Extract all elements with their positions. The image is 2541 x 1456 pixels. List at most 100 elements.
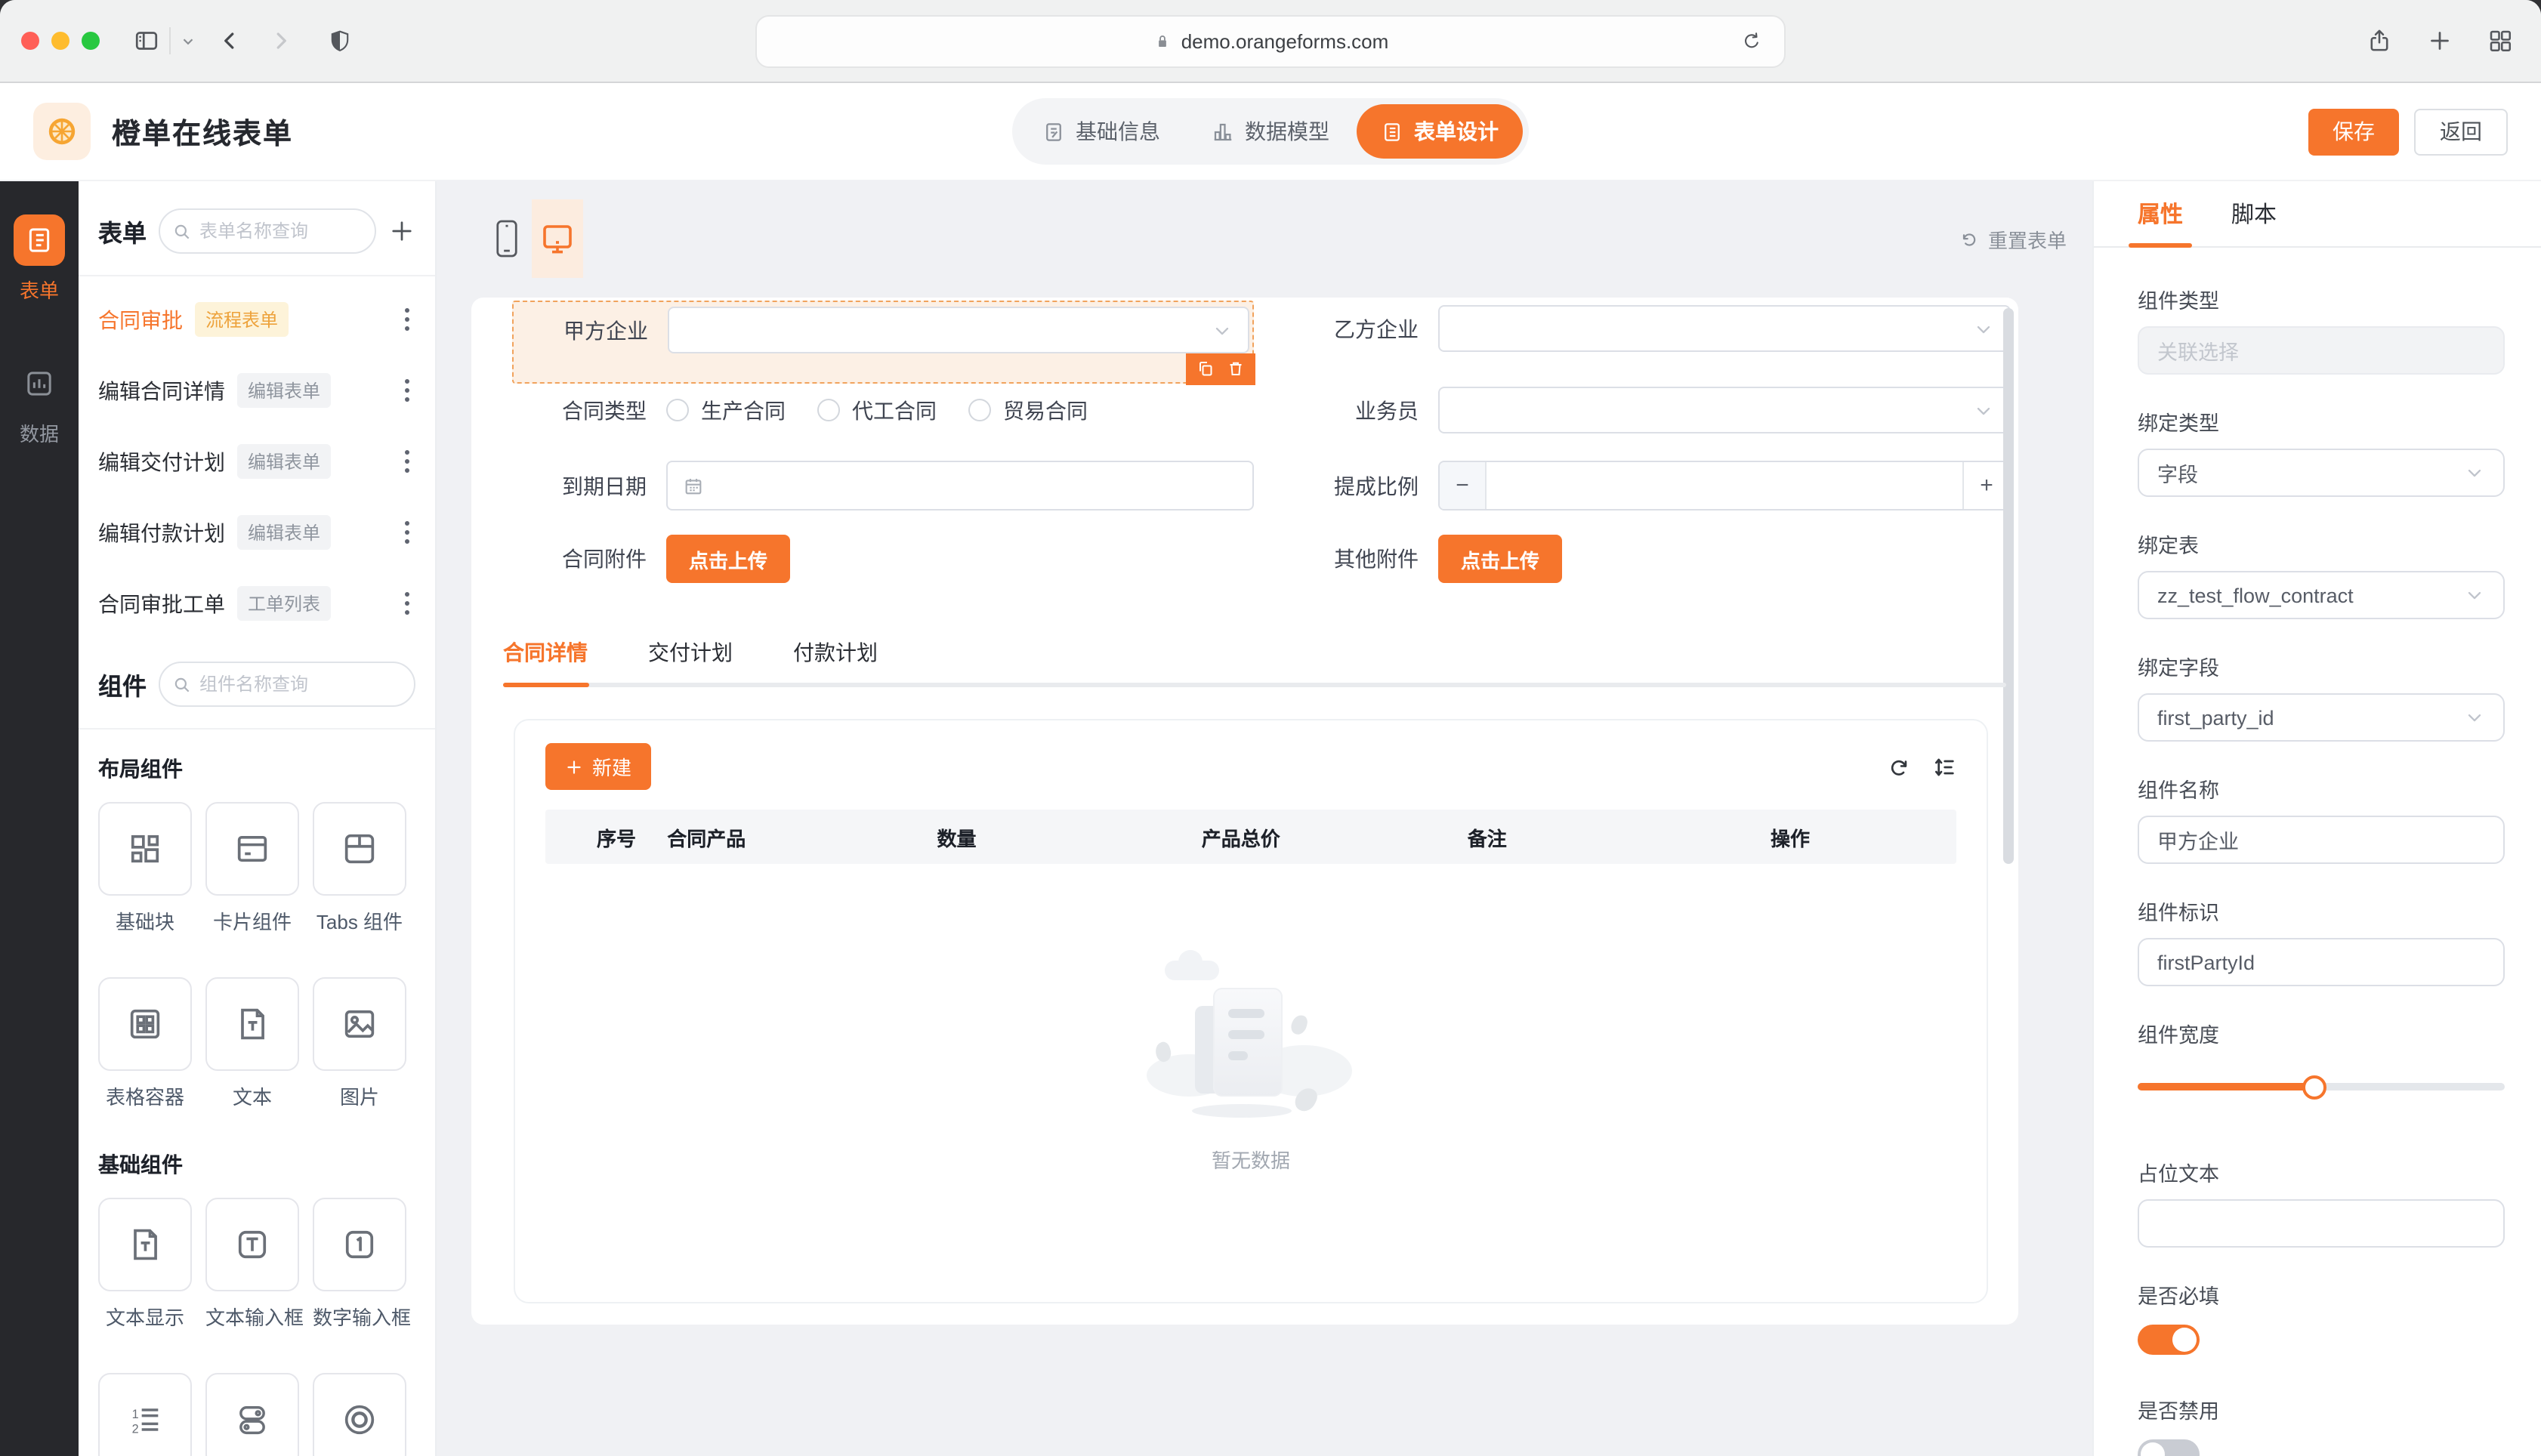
component-key-input[interactable] (2138, 938, 2505, 986)
tab-properties[interactable]: 属性 (2128, 181, 2193, 248)
tab-script[interactable]: 脚本 (2231, 181, 2277, 246)
chevron-down-icon[interactable] (174, 21, 201, 60)
canvas-scrollbar[interactable] (2003, 308, 2014, 864)
mobile-preview-button[interactable] (480, 199, 532, 278)
tab-payment-plan[interactable]: 付款计划 (793, 637, 878, 668)
chevron-down-icon (2468, 714, 2481, 722)
stepper-decrease-button[interactable]: − (1440, 462, 1487, 509)
form-list-item[interactable]: 合同审批工单 工单列表 (79, 568, 435, 639)
tab-track (503, 683, 2006, 687)
trash-icon[interactable] (1226, 359, 1244, 378)
radio-icon (313, 1373, 406, 1456)
radio-production-contract[interactable]: 生产合同 (666, 395, 786, 425)
minimize-window-button[interactable] (51, 32, 69, 50)
shield-icon[interactable] (320, 21, 360, 60)
rail-item-forms[interactable]: 表单 (14, 214, 65, 304)
back-icon[interactable] (210, 21, 249, 60)
required-toggle[interactable] (2138, 1325, 2200, 1355)
row-height-sort-icon[interactable] (1932, 754, 1956, 779)
card-icon (205, 802, 299, 896)
bind-field-select[interactable]: first_party_id (2138, 693, 2505, 742)
component-card-switch[interactable]: 开关组件 (205, 1373, 299, 1456)
form-list-item[interactable]: 合同审批 流程表单 (79, 284, 435, 355)
monitor-icon (543, 225, 572, 254)
zoom-window-button[interactable] (82, 32, 100, 50)
share-icon[interactable] (2360, 21, 2399, 60)
search-icon (174, 677, 190, 692)
tab-data-model[interactable]: 数据模型 (1187, 104, 1354, 159)
chevron-down-icon (2468, 469, 2481, 477)
due-date-input[interactable] (666, 461, 1254, 511)
contract-attachment-upload-button[interactable]: 点击上传 (666, 535, 791, 583)
app-header: 橙单在线表单 基础信息 数据模型 表单设计 保存 返回 (0, 83, 2541, 181)
new-tab-icon[interactable] (2420, 21, 2459, 60)
address-bar[interactable]: demo.orangeforms.com (755, 15, 1786, 68)
bind-type-select[interactable]: 字段 (2138, 449, 2505, 497)
form-list-item[interactable]: 编辑付款计划 编辑表单 (79, 497, 435, 568)
browser-chrome: demo.orangeforms.com (0, 0, 2541, 83)
stepper-increase-button[interactable]: + (1962, 462, 2009, 509)
component-card-tabs[interactable]: Tabs 组件 (313, 802, 406, 935)
form-list-item[interactable]: 编辑交付计划 编辑表单 (79, 426, 435, 497)
page-title: 橙单在线表单 (112, 119, 294, 150)
more-actions-icon[interactable] (399, 586, 415, 621)
component-card-basic-block[interactable]: 基础块 (98, 802, 192, 935)
more-actions-icon[interactable] (399, 515, 415, 550)
disabled-toggle[interactable] (2138, 1439, 2200, 1456)
doc-text-icon (205, 977, 299, 1071)
tab-overview-icon[interactable] (2481, 21, 2520, 60)
form-canvas-area: 重置表单 甲方企业 乙方企业 合同类型 生产合同 代工合同 贸易合同 业务员 到… (437, 181, 2092, 1456)
add-form-button[interactable] (388, 217, 415, 245)
form-list-item[interactable]: 编辑合同详情 编辑表单 (79, 355, 435, 426)
radio-oem-contract[interactable]: 代工合同 (817, 395, 937, 425)
copy-icon[interactable] (1196, 359, 1214, 378)
component-card-image[interactable]: 图片 (313, 977, 406, 1110)
tab-form-design[interactable]: 表单设计 (1357, 104, 1523, 159)
component-search-input[interactable] (159, 662, 415, 707)
component-card-number-range[interactable]: 1 2 数字范围... (98, 1373, 192, 1456)
component-card-radio[interactable]: 单选组件 (313, 1373, 406, 1456)
more-actions-icon[interactable] (399, 302, 415, 337)
bind-table-select[interactable]: zz_test_flow_contract (2138, 571, 2505, 619)
search-icon (174, 224, 190, 239)
salesman-select[interactable] (1438, 387, 2011, 433)
more-actions-icon[interactable] (399, 444, 415, 479)
contract-type-radios: 生产合同 代工合同 贸易合同 (666, 395, 1254, 425)
commission-input[interactable] (1487, 462, 1962, 509)
back-button[interactable]: 返回 (2414, 108, 2508, 155)
other-attachment-upload-button[interactable]: 点击上传 (1438, 535, 1563, 583)
first-party-select[interactable] (668, 307, 1249, 353)
window-controls[interactable] (21, 32, 100, 50)
placeholder-text-input[interactable] (2138, 1199, 2505, 1248)
reload-icon[interactable] (1731, 22, 1771, 61)
tab-basic-info[interactable]: 基础信息 (1018, 104, 1184, 159)
refresh-icon[interactable] (1887, 754, 1911, 779)
component-width-slider[interactable] (2138, 1075, 2505, 1100)
component-name-input[interactable] (2138, 816, 2505, 864)
component-card-table-container[interactable]: 表格容器 (98, 977, 192, 1110)
component-card-text-display[interactable]: 文本显示 (98, 1198, 192, 1331)
reset-form-button[interactable]: 重置表单 (1959, 224, 2067, 253)
desktop-preview-button[interactable] (532, 199, 583, 278)
selected-component-first-party[interactable]: 甲方企业 (512, 301, 1255, 384)
sidebar-toggle-icon[interactable] (127, 21, 166, 60)
component-card-number-input[interactable]: 数字输入框 (313, 1198, 411, 1331)
form-search-input[interactable] (159, 208, 376, 254)
rail-item-data[interactable]: 数据 (14, 358, 65, 447)
second-party-select[interactable] (1438, 305, 2011, 352)
save-button[interactable]: 保存 (2308, 108, 2399, 155)
radio-trade-contract[interactable]: 贸易合同 (968, 395, 1088, 425)
close-window-button[interactable] (21, 32, 39, 50)
component-actions (1185, 353, 1255, 384)
form-design-canvas: 甲方企业 乙方企业 合同类型 生产合同 代工合同 贸易合同 业务员 到期日期 提… (471, 298, 2018, 1325)
tab-delivery-plan[interactable]: 交付计划 (648, 637, 733, 668)
component-card-text-input[interactable]: 文本输入框 (205, 1198, 304, 1331)
more-actions-icon[interactable] (399, 373, 415, 408)
component-card-card[interactable]: 卡片组件 (205, 802, 299, 935)
forward-icon[interactable] (261, 21, 301, 60)
new-row-button[interactable]: 新建 (545, 743, 652, 790)
tabs-icon (313, 802, 406, 896)
slider-handle[interactable] (2302, 1075, 2326, 1100)
tab-contract-detail[interactable]: 合同详情 (503, 637, 588, 668)
component-card-text[interactable]: 文本 (205, 977, 299, 1110)
